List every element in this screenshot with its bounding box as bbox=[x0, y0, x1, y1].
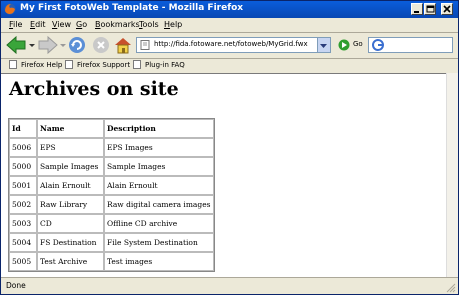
cell-description: Raw digital camera images bbox=[104, 195, 214, 214]
home-icon[interactable] bbox=[113, 35, 133, 55]
back-arrow-icon[interactable] bbox=[5, 35, 27, 55]
table-row: 5005 Test Archive Test images bbox=[9, 252, 214, 271]
address-url: http://fida.fotoware.net/fotoweb/MyGrid.… bbox=[154, 40, 308, 48]
cell-name: Test Archive bbox=[37, 252, 104, 271]
page-icon bbox=[140, 40, 150, 50]
bookmarks-toolbar: Firefox Help Firefox Support Plug-in FAQ bbox=[1, 58, 458, 72]
browser-window: My First FotoWeb Template - Mozilla Fire… bbox=[0, 0, 459, 295]
vertical-scrollbar[interactable] bbox=[446, 73, 458, 277]
menu-file-label: ile bbox=[13, 20, 23, 29]
bookmark-firefox-support[interactable]: Firefox Support bbox=[65, 60, 130, 69]
menu-file[interactable]: File bbox=[9, 20, 22, 29]
bookmark-page-icon bbox=[9, 60, 17, 69]
reload-icon[interactable] bbox=[67, 35, 87, 55]
bookmark-page-icon bbox=[65, 60, 73, 69]
menu-bookmarks[interactable]: Bookmarks bbox=[95, 20, 140, 29]
menu-bar: File Edit View Go Bookmarks Tools Help bbox=[1, 18, 458, 32]
go-icon[interactable] bbox=[338, 39, 350, 51]
cell-id: 5004 bbox=[9, 233, 37, 252]
cell-description: Sample Images bbox=[104, 157, 214, 176]
cell-description: EPS Images bbox=[104, 138, 214, 157]
address-dropdown[interactable] bbox=[317, 38, 330, 52]
cell-id: 5006 bbox=[9, 138, 37, 157]
chevron-down-icon bbox=[320, 44, 327, 48]
menu-bookmarks-label: ookmarks bbox=[100, 20, 140, 29]
table-row: 5004 FS Destination File System Destinat… bbox=[9, 233, 214, 252]
cell-description: Test images bbox=[104, 252, 214, 271]
table-row: 5006 EPS EPS Images bbox=[9, 138, 214, 157]
go-button-label[interactable]: Go bbox=[353, 40, 363, 48]
maximize-icon bbox=[426, 5, 435, 13]
cell-id: 5001 bbox=[9, 176, 37, 195]
menu-edit-label: dit bbox=[35, 20, 46, 29]
maximize-button[interactable] bbox=[424, 3, 436, 15]
archives-table: Id Name Description 5006 EPS EPS Images … bbox=[8, 118, 215, 272]
table-row: 5002 Raw Library Raw digital camera imag… bbox=[9, 195, 214, 214]
search-input[interactable] bbox=[368, 37, 453, 53]
minimize-icon bbox=[414, 11, 419, 13]
cell-description: Offline CD archive bbox=[104, 214, 214, 233]
status-bar: Done bbox=[1, 277, 458, 294]
bookmark-plugin-faq[interactable]: Plug-in FAQ bbox=[133, 60, 185, 69]
cell-id: 5000 bbox=[9, 157, 37, 176]
menu-help-label: elp bbox=[170, 20, 183, 29]
table-header-row: Id Name Description bbox=[9, 119, 214, 138]
menu-tools-label: ools bbox=[142, 20, 159, 29]
cell-name: Sample Images bbox=[37, 157, 104, 176]
stop-icon[interactable] bbox=[91, 35, 111, 55]
cell-description: Alain Ernoult bbox=[104, 176, 214, 195]
window-title: My First FotoWeb Template - Mozilla Fire… bbox=[20, 3, 244, 13]
table-row: 5000 Sample Images Sample Images bbox=[9, 157, 214, 176]
column-header-description: Description bbox=[104, 119, 214, 138]
cell-id: 5003 bbox=[9, 214, 37, 233]
firefox-icon bbox=[4, 3, 16, 15]
cell-name: FS Destination bbox=[37, 233, 104, 252]
table-row: 5001 Alain Ernoult Alain Ernoult bbox=[9, 176, 214, 195]
status-text: Done bbox=[6, 281, 26, 290]
column-header-name: Name bbox=[37, 119, 104, 138]
close-button[interactable] bbox=[441, 3, 453, 15]
bookmark-label: Firefox Support bbox=[77, 61, 131, 69]
forward-dropdown-icon[interactable] bbox=[59, 35, 67, 55]
bookmark-label: Plug-in FAQ bbox=[145, 61, 185, 69]
bookmark-firefox-help[interactable]: Firefox Help bbox=[9, 60, 62, 69]
back-dropdown-icon[interactable] bbox=[28, 35, 36, 55]
title-bar: My First FotoWeb Template - Mozilla Fire… bbox=[1, 1, 458, 18]
address-bar[interactable]: http://fida.fotoware.net/fotoweb/MyGrid.… bbox=[136, 37, 331, 53]
navigation-toolbar: http://fida.fotoware.net/fotoweb/MyGrid.… bbox=[1, 33, 458, 58]
cell-name: CD bbox=[37, 214, 104, 233]
menu-view-label: iew bbox=[57, 20, 71, 29]
menu-go-label: o bbox=[82, 20, 88, 29]
cell-id: 5002 bbox=[9, 195, 37, 214]
menu-tools[interactable]: Tools bbox=[139, 20, 159, 29]
cell-id: 5005 bbox=[9, 252, 37, 271]
table-row: 5003 CD Offline CD archive bbox=[9, 214, 214, 233]
cell-name: EPS bbox=[37, 138, 104, 157]
cell-name: Alain Ernoult bbox=[37, 176, 104, 195]
google-search-icon bbox=[372, 39, 384, 51]
bookmark-page-icon bbox=[133, 60, 141, 69]
resize-grip-icon[interactable] bbox=[446, 283, 456, 293]
bookmark-label: Firefox Help bbox=[21, 61, 63, 69]
menu-help[interactable]: Help bbox=[164, 20, 182, 29]
cell-name: Raw Library bbox=[37, 195, 104, 214]
menu-go[interactable]: Go bbox=[76, 20, 87, 29]
forward-arrow-icon[interactable] bbox=[37, 35, 59, 55]
menu-edit[interactable]: Edit bbox=[30, 20, 46, 29]
column-header-id: Id bbox=[9, 119, 37, 138]
cell-description: File System Destination bbox=[104, 233, 214, 252]
page-content: Archives on site Id Name Description 500… bbox=[1, 73, 446, 278]
page-heading: Archives on site bbox=[9, 78, 179, 100]
menu-view[interactable]: View bbox=[52, 20, 71, 29]
close-icon bbox=[443, 5, 451, 13]
minimize-button[interactable] bbox=[411, 3, 423, 15]
